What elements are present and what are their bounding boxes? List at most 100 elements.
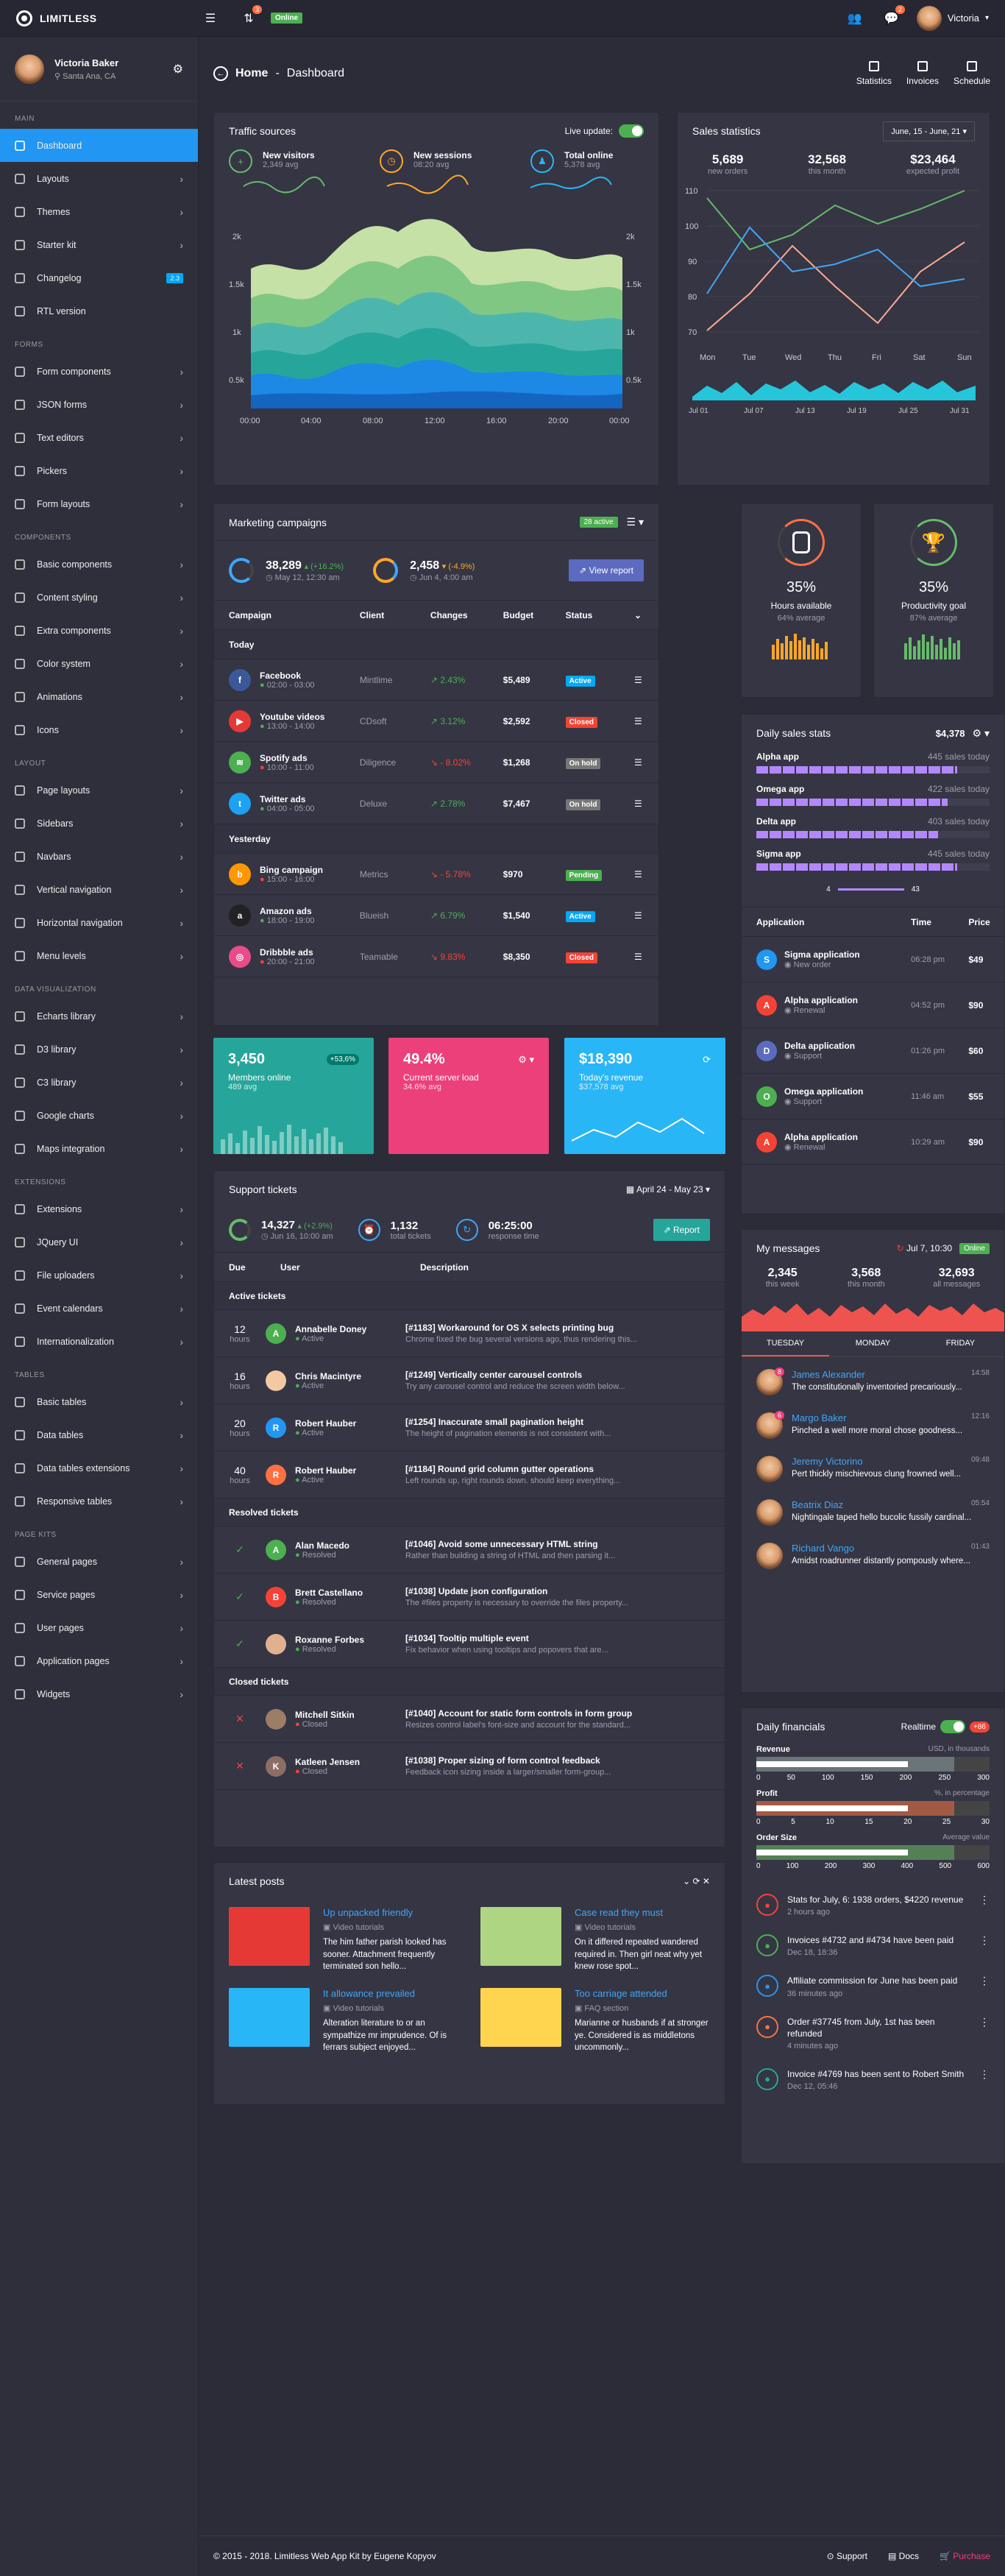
more-icon[interactable]: ⋮ [979,1894,990,1906]
post-thumbnail[interactable] [480,1907,561,1966]
row-menu-icon[interactable]: ☰ [619,700,658,742]
table-row[interactable]: A Alpha application ◉ Renewal 10:29 am $90 [742,1119,1004,1165]
sidebar-item-extensions[interactable]: Extensions › [0,1192,198,1225]
sidebar-item-animations[interactable]: Animations › [0,680,198,713]
sender-name[interactable]: James Alexander [792,1369,865,1380]
sidebar-item-c3-library[interactable]: C3 library › [0,1066,198,1099]
more-icon[interactable]: ⋮ [979,2016,990,2028]
docs-link[interactable]: ▤ Docs [888,2551,919,2561]
sidebar-item-google-charts[interactable]: Google charts › [0,1099,198,1132]
user-name[interactable]: Chris Macintyre [295,1371,361,1381]
message-item[interactable]: 6 Margo Baker 12:16 Pinched a well more mor… [756,1405,990,1448]
slider-track[interactable] [837,888,904,891]
campaign-name[interactable]: Bing campaign [260,865,323,875]
sidebar-item-starter-kit[interactable]: Starter kit › [0,228,198,261]
sidebar-item-navbars[interactable]: Navbars › [0,840,198,873]
sidebar-item-echarts-library[interactable]: Echarts library › [0,999,198,1033]
table-row[interactable]: b Bing campaign ● 15:00 - 16:00 Metrics ↘ … [214,853,658,895]
sidebar-item-dashboard[interactable]: Dashboard [0,129,198,162]
user-menu[interactable]: Victoria ▾ [916,5,989,31]
row-menu-icon[interactable]: ☰ [619,894,658,936]
row-menu-icon[interactable]: ☰ [619,659,658,701]
sidebar-item-widgets[interactable]: Widgets › [0,1677,198,1710]
tab-monday[interactable]: MONDAY [829,1331,917,1356]
user-name[interactable]: Robert Hauber [295,1418,356,1429]
user-name[interactable]: Annabelle Doney [295,1324,366,1334]
user-name[interactable]: Mitchell Sitkin [295,1710,355,1720]
post-title[interactable]: It allowance prevailed [323,1988,458,1999]
post-title[interactable]: Up unpacked friendly [323,1907,458,1918]
ticket-title[interactable]: [#1183] Workaround for OS X selects prin… [405,1323,710,1333]
row-menu-icon[interactable]: ☰ [619,935,658,977]
sidebar-item-vertical-navigation[interactable]: Vertical navigation › [0,873,198,906]
app-name[interactable]: Omega application [784,1086,863,1097]
date-range-button[interactable]: ▦ April 24 - May 23 ▾ [626,1184,710,1195]
table-row[interactable]: 16 hours Chris Macintyre ● Active [#1249] … [214,1356,725,1404]
ticket-title[interactable]: [#1254] Inaccurate small pagination heig… [405,1417,710,1427]
sidebar-item-rtl-version[interactable]: RTL version [0,294,198,328]
sidebar-item-data-tables-extensions[interactable]: Data tables extensions › [0,1451,198,1485]
col-header[interactable]: Client [344,600,416,630]
sidebar-item-json-forms[interactable]: JSON forms › [0,388,198,421]
table-row[interactable]: ✓ B Brett Castellano ● Resolved [#1038] Up… [214,1573,725,1621]
sidebar-item-d3-library[interactable]: D3 library › [0,1033,198,1066]
post-thumbnail[interactable] [229,1988,310,2048]
sidebar-item-service-pages[interactable]: Service pages › [0,1578,198,1611]
col-header[interactable]: Status [550,600,619,630]
table-row[interactable]: ▶ Youtube videos ● 13:00 - 14:00 CDsoft ↗ … [214,700,658,742]
gear-icon[interactable]: ⚙ ▾ [973,727,990,740]
ticket-title[interactable]: [#1040] Account for static form controls… [405,1708,710,1719]
more-icon[interactable]: ⋮ [979,2068,990,2081]
sidebar-item-basic-tables[interactable]: Basic tables › [0,1385,198,1418]
sidebar-item-layouts[interactable]: Layouts › [0,162,198,195]
table-row[interactable]: 40 hours R Robert Hauber ● Active [#1184] R… [214,1451,725,1498]
user-name[interactable]: Roxanne Forbes [295,1635,364,1645]
sidebar-item-file-uploaders[interactable]: File uploaders › [0,1259,198,1292]
row-menu-icon[interactable]: ☰ [619,853,658,895]
schedule-button[interactable]: Schedule [953,61,990,86]
sidebar-item-content-styling[interactable]: Content styling › [0,581,198,614]
sidebar-item-maps-integration[interactable]: Maps integration › [0,1132,198,1165]
col-header[interactable]: Due [214,1252,266,1282]
col-header[interactable]: Time [903,907,962,937]
menu-toggle-icon[interactable]: ☰ [199,7,222,30]
app-name[interactable]: Sigma application [784,949,860,960]
sidebar-item-user-pages[interactable]: User pages › [0,1611,198,1644]
col-header[interactable]: Price [961,907,1004,937]
gear-icon[interactable]: ⚙ [173,62,183,77]
range-slider[interactable]: 4 43 [742,881,1004,907]
message-item[interactable]: Beatrix Diaz 05:54 Nightingale taped hello… [756,1492,990,1535]
sender-name[interactable]: Richard Vango [792,1543,854,1554]
user-name[interactable]: Brett Castellano [295,1588,363,1598]
col-header[interactable]: Application [742,907,904,937]
support-link[interactable]: ⊙ Support [827,2551,867,2561]
card-controls[interactable]: ⌄ ⟳ ✕ [683,1876,710,1886]
message-item[interactable]: 8 James Alexander 14:58 The constitutionall… [756,1362,990,1405]
col-header[interactable]: Description [405,1252,725,1282]
date-range-select[interactable]: June, 15 - June, 21 ▾ [883,121,975,141]
sidebar-item-form-components[interactable]: Form components › [0,355,198,388]
sidebar-item-application-pages[interactable]: Application pages › [0,1644,198,1677]
view-report-button[interactable]: ⇗ View report [569,559,644,581]
post-title[interactable]: Too carriage attended [575,1988,710,1999]
sender-name[interactable]: Jeremy Victorino [792,1456,863,1467]
campaign-name[interactable]: Facebook [260,670,315,681]
invoices-button[interactable]: Invoices [906,61,939,86]
statistics-button[interactable]: Statistics [856,61,892,86]
sender-name[interactable]: Beatrix Diaz [792,1499,843,1510]
sidebar-item-page-layouts[interactable]: Page layouts › [0,774,198,807]
table-row[interactable]: ◎ Dribbble ads ● 20:00 - 21:00 Teamable ↘ … [214,935,658,977]
table-row[interactable]: 20 hours R Robert Hauber ● Active [#1254] I… [214,1404,725,1451]
post-thumbnail[interactable] [229,1907,310,1966]
sidebar-item-icons[interactable]: Icons › [0,713,198,746]
campaign-name[interactable]: Twitter ads [260,794,315,804]
ticket-title[interactable]: [#1034] Tooltip multiple event [405,1633,710,1643]
sidebar-item-general-pages[interactable]: General pages › [0,1545,198,1578]
campaign-name[interactable]: Amazon ads [260,906,315,916]
back-arrow-icon[interactable]: ← [213,66,228,81]
report-button[interactable]: ⇗ Report [653,1219,710,1241]
live-update-toggle[interactable] [619,124,644,138]
campaign-name[interactable]: Youtube videos [260,712,324,722]
ticket-title[interactable]: [#1184] Round grid column gutter operati… [405,1464,710,1474]
row-menu-icon[interactable]: ☰ [619,741,658,783]
